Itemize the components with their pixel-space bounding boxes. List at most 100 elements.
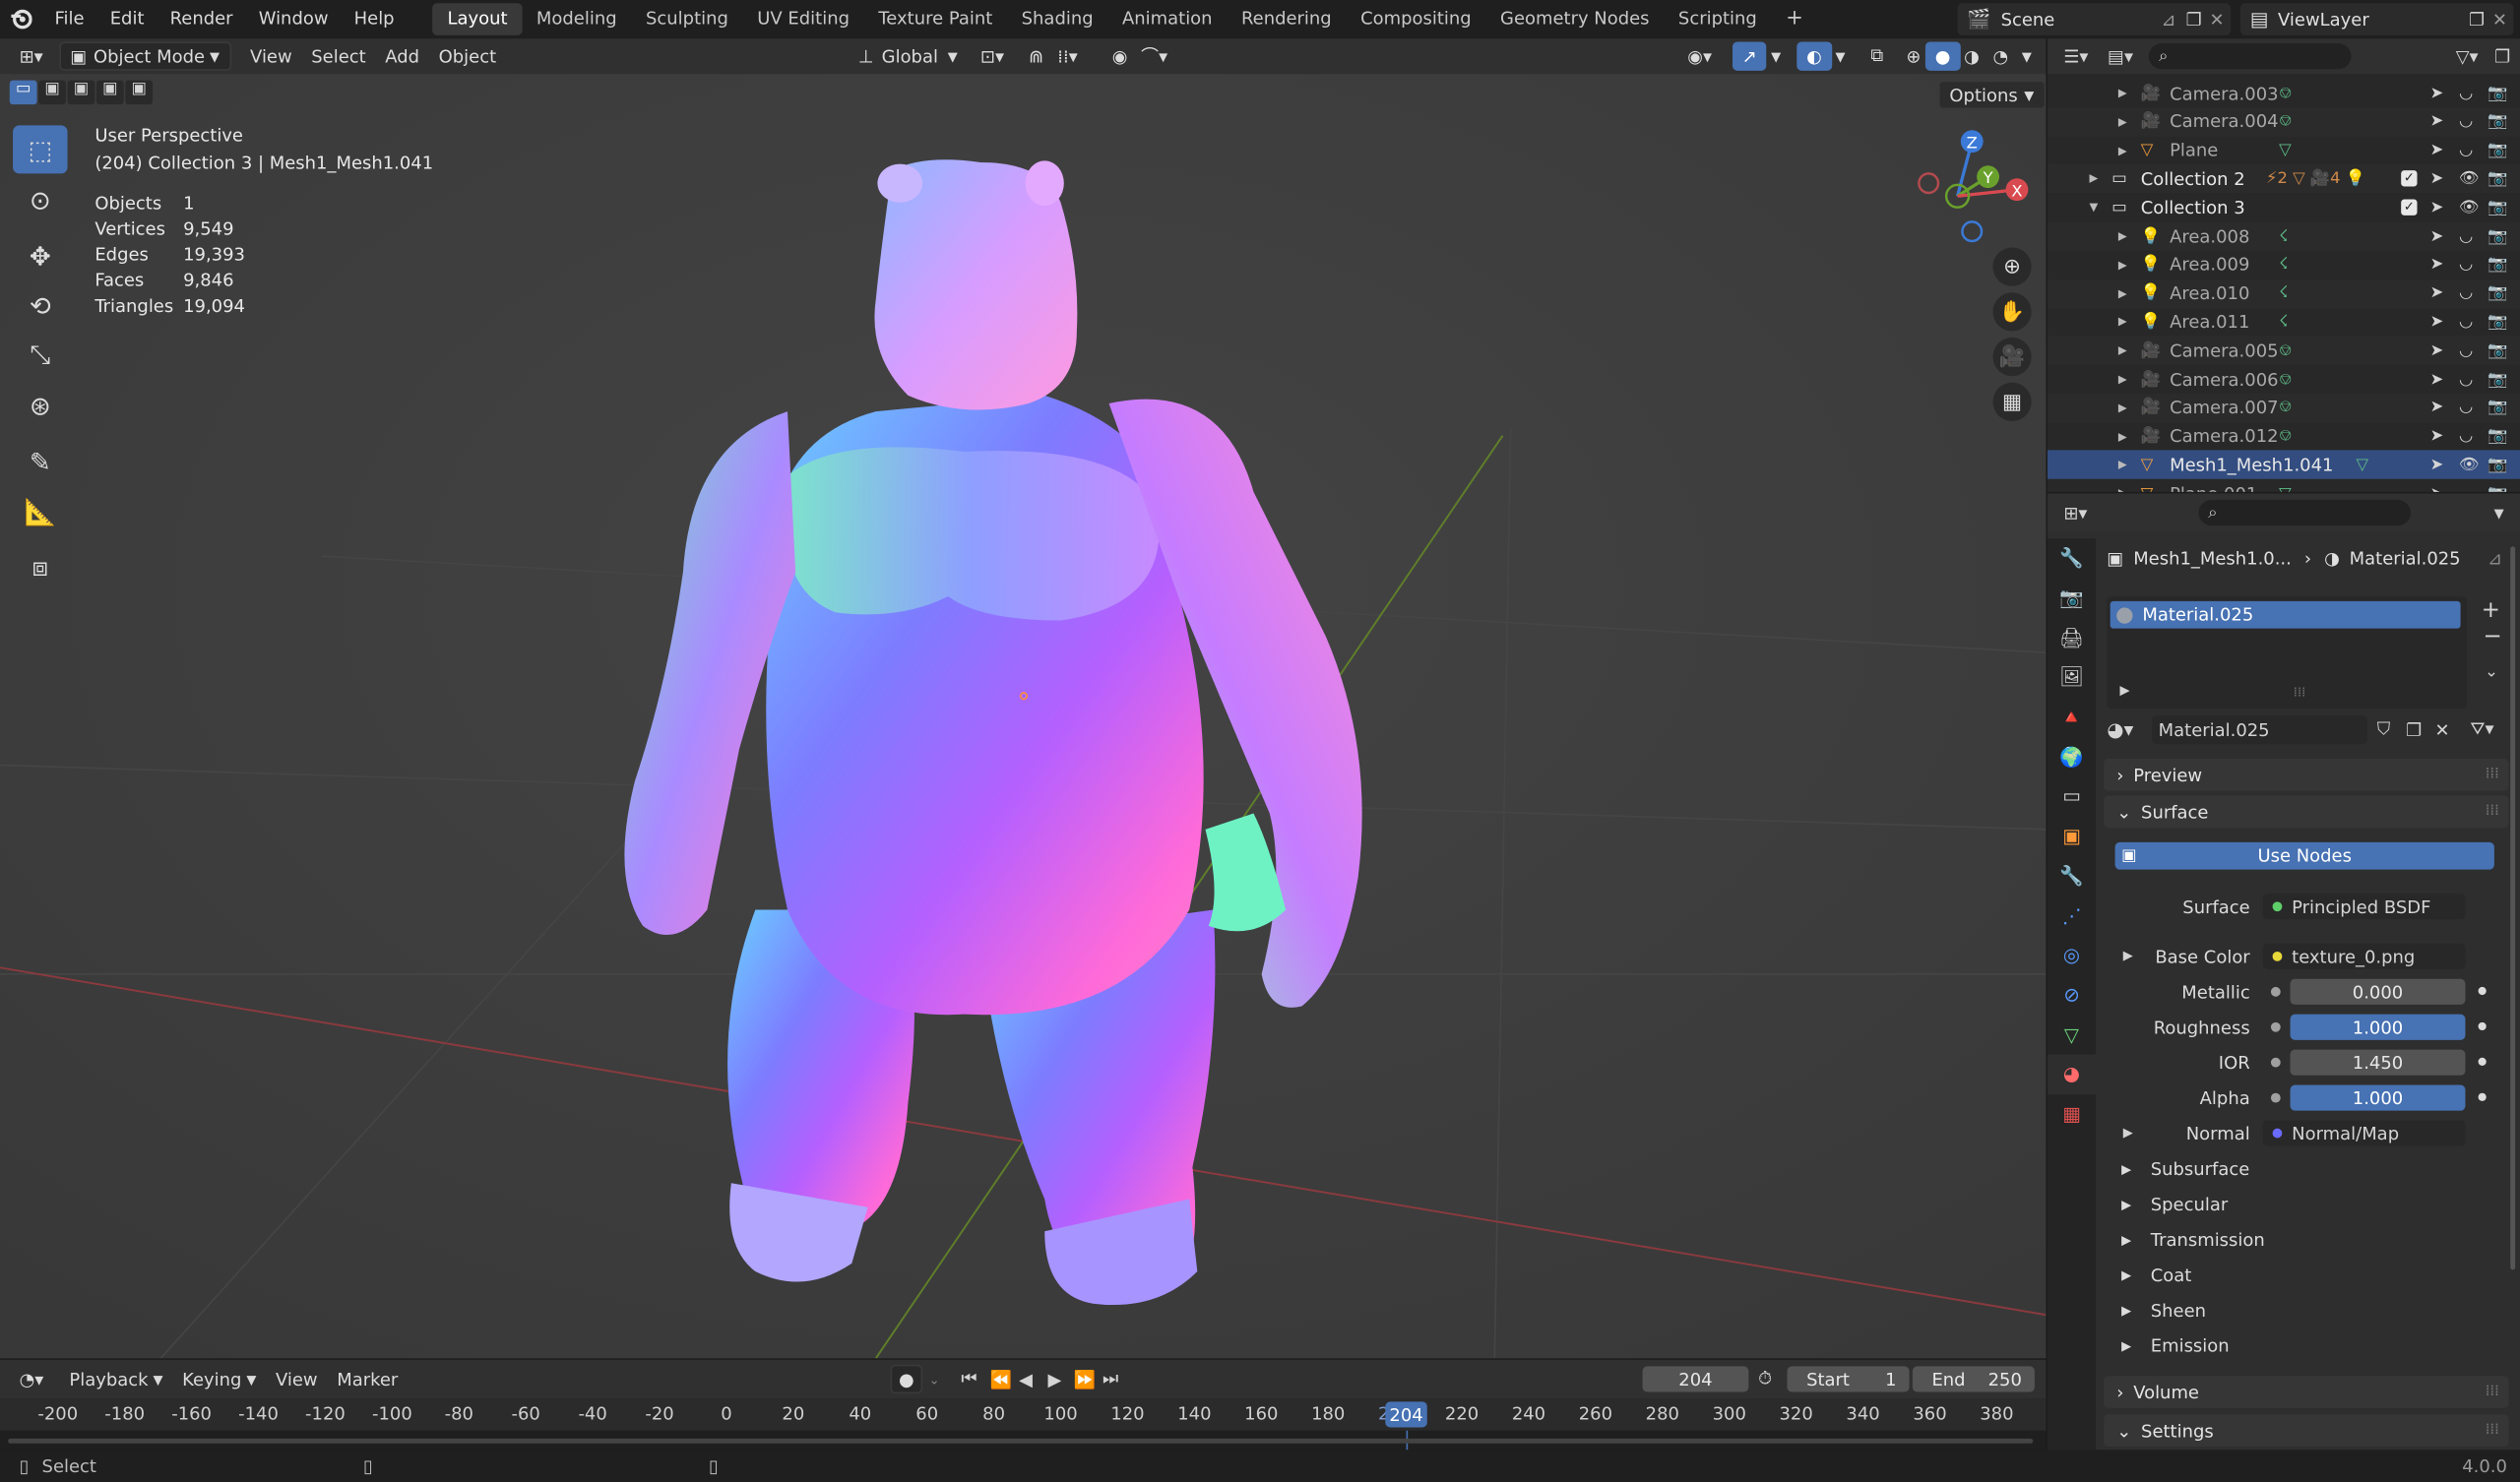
expand-right-icon[interactable]: ▶ bbox=[2118, 115, 2127, 128]
socket-dot-icon[interactable] bbox=[2270, 1021, 2281, 1032]
outliner-row[interactable]: ▶ 💡 Area.010 ☇ ➤ ◡ 📷 bbox=[2047, 278, 2520, 308]
keyframe-dot-icon[interactable] bbox=[2478, 986, 2487, 996]
selectable-toggle-icon[interactable]: ➤ bbox=[2430, 170, 2444, 188]
socket-dot-icon[interactable] bbox=[2270, 1057, 2281, 1068]
transform-tool-icon[interactable]: ⊛ bbox=[13, 381, 68, 429]
remove-scene-icon[interactable]: ✕ bbox=[2210, 9, 2225, 30]
render-tab-icon[interactable]: 📷 bbox=[2048, 579, 2096, 618]
outliner-row[interactable]: ▶ 🎥 Camera.012 ⎊ ➤ ◡ 📷 bbox=[2048, 422, 2520, 451]
use-nodes-button[interactable]: ▣ Use Nodes bbox=[2114, 841, 2494, 870]
subpanel-specular[interactable]: ▶ Specular bbox=[2121, 1191, 2228, 1216]
base-color-field[interactable]: texture_0.png bbox=[2262, 943, 2466, 969]
render-toggle-icon[interactable]: 📷 bbox=[2488, 284, 2507, 302]
snap-target-icon[interactable]: ⁞⁞▾ bbox=[1047, 41, 1087, 70]
visibility-toggle-icon[interactable]: ◡ bbox=[2459, 341, 2473, 359]
render-toggle-icon[interactable]: 📷 bbox=[2488, 341, 2507, 359]
visibility-toggle-icon[interactable]: ◡ bbox=[2459, 142, 2473, 159]
mesh-data-icon[interactable]: ▽ bbox=[2356, 457, 2368, 474]
drag-handle-icon[interactable]: ⁞⁞⁞ bbox=[2486, 804, 2499, 820]
surface-shader-field[interactable]: Principled BSDF bbox=[2262, 894, 2466, 920]
perspective-toggle-icon[interactable]: ▦ bbox=[1992, 382, 2032, 421]
camera-data-icon[interactable]: ⎊ bbox=[2279, 113, 2292, 131]
mesh-data-icon[interactable]: ▽ bbox=[2279, 485, 2292, 492]
world-tab-icon[interactable]: 🌍 bbox=[2048, 737, 2096, 776]
blender-logo-icon[interactable] bbox=[0, 0, 41, 38]
navigation-gizmo[interactable]: Z Y X bbox=[1910, 122, 2039, 267]
tab-animation[interactable]: Animation bbox=[1107, 3, 1227, 35]
outliner-row[interactable]: ▶ 🎥 Camera.004 ⎊ ➤ ◡ 📷 bbox=[2047, 107, 2520, 137]
auto-key-dropdown-icon[interactable]: ⌄ bbox=[929, 1372, 940, 1387]
socket-dot-icon[interactable] bbox=[2270, 1092, 2281, 1103]
outliner-row[interactable]: ▶ 💡 Area.008 ☇ ➤ ◡ 📷 bbox=[2047, 221, 2520, 251]
expand-right-icon[interactable]: ▶ bbox=[2118, 373, 2127, 386]
render-toggle-icon[interactable]: 📷 bbox=[2488, 428, 2507, 446]
menu-edit[interactable]: Edit bbox=[97, 0, 158, 38]
visibility-toggle-icon[interactable]: 👁 bbox=[2459, 199, 2480, 216]
particles-tab-icon[interactable]: ⋰ bbox=[2048, 895, 2096, 935]
socket-dot-icon[interactable] bbox=[2270, 986, 2281, 997]
new-scene-icon[interactable]: ❐ bbox=[2186, 9, 2202, 30]
texture-tab-icon[interactable]: ▦ bbox=[2048, 1094, 2096, 1134]
alpha-slider[interactable]: 1.000 bbox=[2290, 1084, 2466, 1111]
menu-object[interactable]: Object bbox=[429, 41, 506, 70]
camera-data-icon[interactable]: ⎊ bbox=[2279, 400, 2292, 417]
outliner-row[interactable]: ▶ ▽ Plane ▽ ➤ ◡ 📷 bbox=[2048, 136, 2520, 164]
current-frame-field[interactable]: 204 bbox=[1642, 1366, 1749, 1392]
view-layer-tab-icon[interactable]: 🖼 bbox=[2048, 657, 2096, 697]
move-tool-icon[interactable]: ✥ bbox=[13, 231, 68, 279]
outliner-row[interactable]: ▶ ▽ Plane.001 ▽ ➤ ◡ 📷 bbox=[2048, 479, 2520, 492]
tab-sculpting[interactable]: Sculpting bbox=[631, 3, 742, 35]
end-frame-field[interactable]: End 250 bbox=[1912, 1366, 2035, 1392]
camera-data-icon[interactable]: ⎊ bbox=[2279, 85, 2292, 102]
expand-right-icon[interactable]: ▶ bbox=[2118, 259, 2127, 272]
panel-preview[interactable]: › Preview ⁞⁞⁞ bbox=[2104, 758, 2509, 791]
pin-icon[interactable]: ⊿ bbox=[2162, 9, 2176, 30]
panel-volume[interactable]: › Volume ⁞⁞⁞ bbox=[2104, 1376, 2509, 1408]
play-icon[interactable]: ▶ bbox=[1047, 1369, 1061, 1389]
menu-timeline-view[interactable]: View bbox=[266, 1365, 327, 1393]
render-toggle-icon[interactable]: 📷 bbox=[2488, 371, 2507, 389]
select-invert-icon[interactable]: ▣ bbox=[95, 80, 124, 105]
menu-view[interactable]: View bbox=[240, 41, 301, 70]
render-toggle-icon[interactable]: 📷 bbox=[2488, 113, 2507, 131]
subpanel-sheen[interactable]: ▶ Sheen bbox=[2121, 1297, 2206, 1323]
pin-icon[interactable]: ⊿ bbox=[2488, 547, 2502, 568]
panel-surface[interactable]: ⌄ Surface ⁞⁞⁞ bbox=[2104, 795, 2509, 829]
cursor-tool-icon[interactable]: ⊙ bbox=[13, 175, 68, 223]
transform-orientation-dropdown[interactable]: ⊥ Global ▼ bbox=[849, 41, 968, 70]
jump-end-icon[interactable]: ⏭ bbox=[1102, 1368, 1118, 1390]
timeline-area[interactable] bbox=[0, 1430, 2047, 1451]
properties-scrollbar[interactable] bbox=[2510, 546, 2516, 1270]
outliner-row[interactable]: ▶ 💡 Area.009 ☇ ➤ ◡ 📷 bbox=[2048, 250, 2520, 278]
playhead-indicator[interactable]: 204 bbox=[1385, 1401, 1427, 1428]
render-toggle-icon[interactable]: 📷 bbox=[2488, 457, 2507, 474]
timeline-scrollbar[interactable] bbox=[8, 1438, 2034, 1444]
outliner-row[interactable]: ▶ ▽ Mesh1_Mesh1.041 ▽ ➤ 👁 📷 bbox=[2047, 450, 2520, 480]
menu-select[interactable]: Select bbox=[301, 41, 375, 70]
annotate-tool-icon[interactable]: ✎ bbox=[13, 437, 68, 485]
exclude-checkbox[interactable]: ✓ bbox=[2401, 170, 2418, 188]
tab-scripting[interactable]: Scripting bbox=[1664, 3, 1771, 35]
unlink-material-icon[interactable]: ✕ bbox=[2434, 719, 2449, 740]
falloff-icon[interactable]: ⌒▾ bbox=[1131, 41, 1177, 70]
render-toggle-icon[interactable]: 📷 bbox=[2488, 485, 2507, 492]
tab-compositing[interactable]: Compositing bbox=[1346, 3, 1485, 35]
outliner-row[interactable]: ▶ 🎥 Camera.005 ⎊ ➤ ◡ 📷 bbox=[2047, 336, 2520, 366]
outliner-row[interactable]: ▼ ▭ Collection 3 ✓ ➤ 👁 📷 bbox=[2048, 193, 2520, 221]
selectable-toggle-icon[interactable]: ➤ bbox=[2430, 485, 2444, 492]
expand-right-icon[interactable]: ▶ bbox=[2118, 459, 2127, 471]
selectable-toggle-icon[interactable]: ➤ bbox=[2430, 199, 2444, 216]
expand-down-icon[interactable]: ▼ bbox=[2089, 201, 2098, 214]
selectable-toggle-icon[interactable]: ➤ bbox=[2430, 457, 2444, 474]
visibility-toggle-icon[interactable]: ◡ bbox=[2459, 400, 2473, 417]
start-frame-field[interactable]: Start 1 bbox=[1787, 1366, 1910, 1392]
gizmo-dropdown-icon[interactable]: ▼ bbox=[1761, 41, 1791, 70]
material-tab-icon[interactable]: ◕ bbox=[2047, 1054, 2096, 1094]
render-toggle-icon[interactable]: 📷 bbox=[2488, 170, 2507, 188]
add-slot-icon[interactable]: + bbox=[2482, 598, 2500, 624]
outliner-row[interactable]: ▶ ▭ Collection 2 ✓ ⚡2 ▽ 🎥4 💡 ➤ 👁 📷 bbox=[2047, 164, 2520, 194]
menu-file[interactable]: File bbox=[41, 0, 96, 38]
expand-right-icon[interactable]: ▶ bbox=[2118, 344, 2127, 357]
scale-tool-icon[interactable]: ⤡ bbox=[13, 331, 68, 379]
modifier-tab-icon[interactable]: 🔧 bbox=[2048, 856, 2096, 895]
